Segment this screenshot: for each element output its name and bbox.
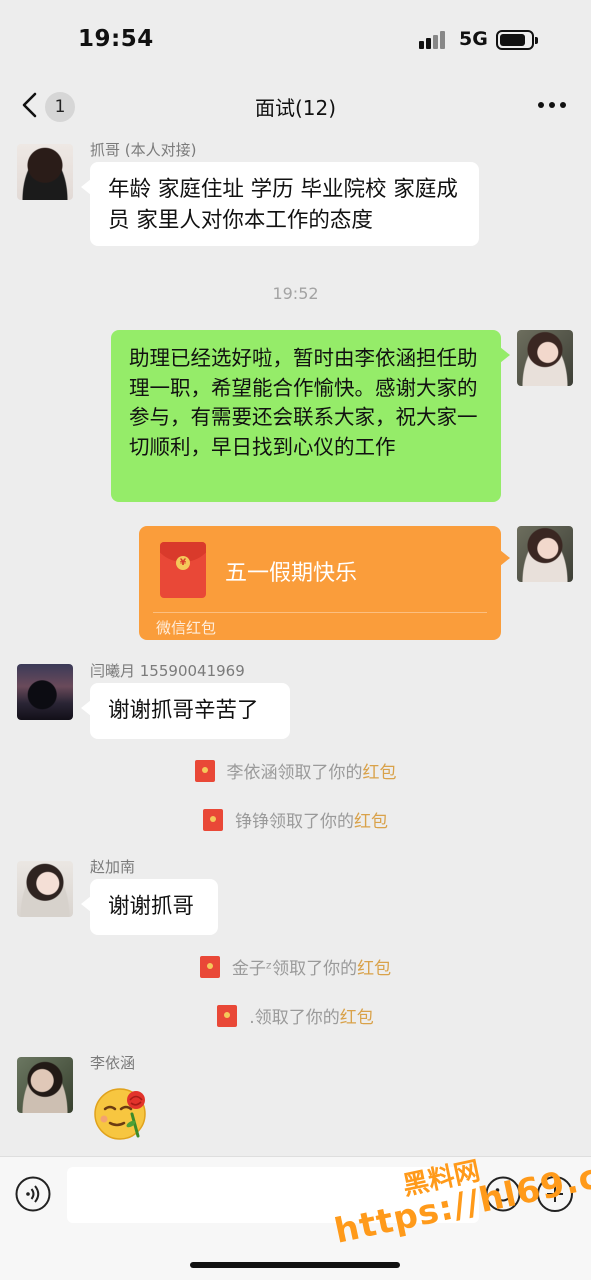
red-packet-link[interactable]: 红包	[357, 959, 391, 979]
sender-name: 赵加南	[90, 858, 136, 876]
battery-level	[500, 34, 525, 46]
red-packet-mini-icon	[203, 809, 223, 831]
chat-title: 面试(12)	[254, 96, 337, 120]
yuan-coin-icon: ¥	[176, 556, 190, 570]
avatar[interactable]	[17, 144, 73, 200]
red-packet-link[interactable]: 红包	[340, 1008, 374, 1028]
time-divider: 19:52	[272, 284, 319, 303]
notice-text: .领取了你的	[249, 1008, 340, 1028]
red-packet-icon: ¥	[160, 542, 206, 598]
network-type: 5G	[459, 28, 488, 50]
status-time: 19:54	[78, 26, 154, 52]
avatar[interactable]	[17, 1057, 73, 1113]
battery-icon	[496, 30, 538, 50]
input-bar	[0, 1156, 591, 1280]
red-packet-claim-notice: .领取了你的红包	[0, 1003, 591, 1029]
status-bar: 19:54 5G	[0, 0, 591, 80]
message-bubble[interactable]: 谢谢抓哥	[81, 879, 218, 935]
avatar[interactable]	[17, 664, 73, 720]
notice-text: 李依涵领取了你的	[226, 763, 363, 783]
message-bubble[interactable]: 年龄 家庭住址 学历 毕业院校 家庭成员 家里人对你本工作的态度	[81, 162, 479, 246]
sender-name: 抓哥 (本人对接)	[90, 141, 197, 159]
red-packet-link[interactable]: 红包	[354, 812, 388, 832]
sender-name: 闫曦月 15590041969	[90, 662, 245, 680]
my-avatar[interactable]	[517, 330, 573, 386]
my-message-bubble[interactable]: 助理已经选好啦，暂时由李依涵担任助理一职，希望能合作愉快。感谢大家的参与，有需要…	[111, 330, 510, 502]
red-packet-link[interactable]: 红包	[363, 763, 397, 783]
notice-text: 铮铮领取了你的	[235, 812, 354, 832]
red-packet-title: 五一假期快乐	[225, 561, 358, 586]
red-packet-label: 微信红包	[156, 619, 217, 637]
red-packet-claim-notice: 李依涵领取了你的红包	[0, 758, 591, 784]
my-avatar[interactable]	[517, 526, 573, 582]
red-packet-claim-notice: 铮铮领取了你的红包	[0, 807, 591, 833]
red-packet-mini-icon	[199, 956, 220, 978]
cellular-signal-icon	[419, 31, 449, 49]
message-bubble[interactable]: 谢谢抓哥辛苦了	[81, 683, 290, 739]
red-packet-claim-notice: 金子ᶻ领取了你的红包	[0, 954, 591, 980]
notice-text: 金子ᶻ领取了你的	[231, 959, 358, 979]
divider	[153, 612, 487, 613]
voice-input-icon[interactable]	[15, 1176, 51, 1212]
red-packet-mini-icon	[194, 760, 215, 782]
emoji-picker-icon[interactable]	[485, 1176, 521, 1212]
rose-smile-emoji-icon[interactable]	[90, 1078, 154, 1142]
more-options-icon[interactable]	[538, 102, 566, 110]
home-indicator	[190, 1262, 400, 1268]
more-actions-plus-icon[interactable]	[537, 1176, 573, 1212]
red-packet-mini-icon	[217, 1005, 238, 1027]
message-input[interactable]	[67, 1167, 479, 1223]
red-packet-card[interactable]: ¥ 五一假期快乐 微信红包	[139, 526, 510, 640]
avatar[interactable]	[17, 861, 73, 917]
sender-name: 李依涵	[90, 1054, 136, 1072]
chat-header: 1 面试(12)	[0, 80, 591, 134]
